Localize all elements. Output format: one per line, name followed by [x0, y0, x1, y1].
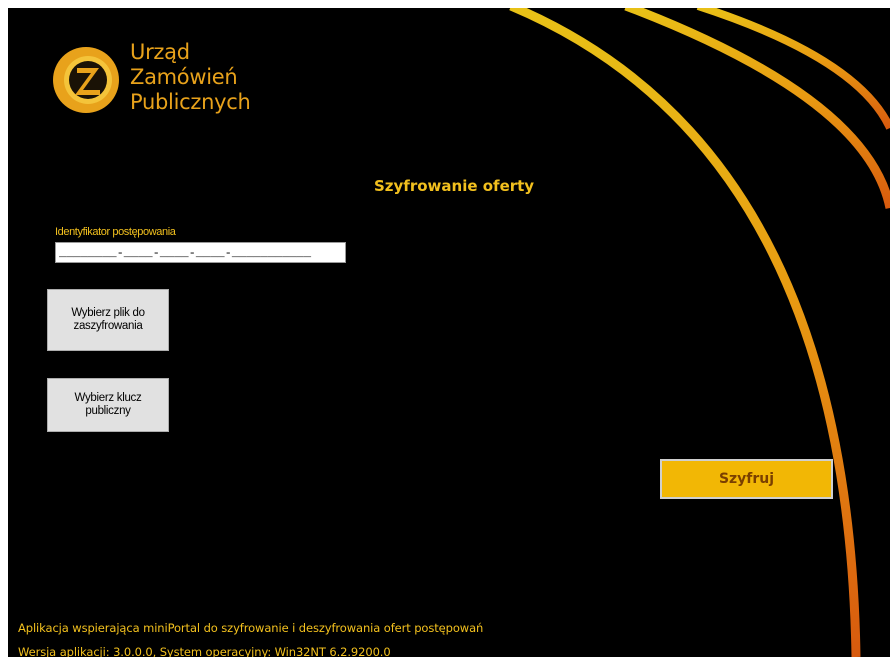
encrypt-label: Szyfruj — [718, 471, 775, 487]
page-title: Szyfrowanie oferty — [374, 177, 535, 195]
logo-text: Urząd Zamówień Publicznych — [130, 40, 251, 115]
arc-inner — [696, 8, 890, 130]
arc-outer — [509, 8, 861, 657]
identifier-label: Identyfikator postępowania — [55, 226, 176, 238]
app-window: Urząd Zamówień Publicznych Szyfrowanie o… — [8, 8, 890, 657]
zp-logo: Urząd Zamówień Publicznych — [50, 40, 251, 130]
select-key-button[interactable]: Wybierz klucz publiczny — [47, 378, 169, 432]
footer-description: Aplikacja wspierająca miniPortal do szyf… — [18, 621, 484, 635]
select-file-button[interactable]: Wybierz plik do zaszyfrowania — [47, 289, 169, 351]
footer-version: Wersja aplikacji: 3.0.0.0, System operac… — [18, 645, 391, 657]
logo-line-2: Zamówień — [130, 65, 238, 89]
encrypt-button[interactable]: Szyfruj — [660, 459, 833, 499]
zp-logo-icon — [53, 47, 119, 113]
logo-line-1: Urząd — [130, 40, 190, 64]
select-key-label: Wybierz klucz publiczny — [74, 392, 142, 417]
identifier-input[interactable] — [55, 242, 346, 263]
logo-line-3: Publicznych — [130, 90, 251, 114]
select-file-label: Wybierz plik do zaszyfrowania — [71, 307, 145, 332]
